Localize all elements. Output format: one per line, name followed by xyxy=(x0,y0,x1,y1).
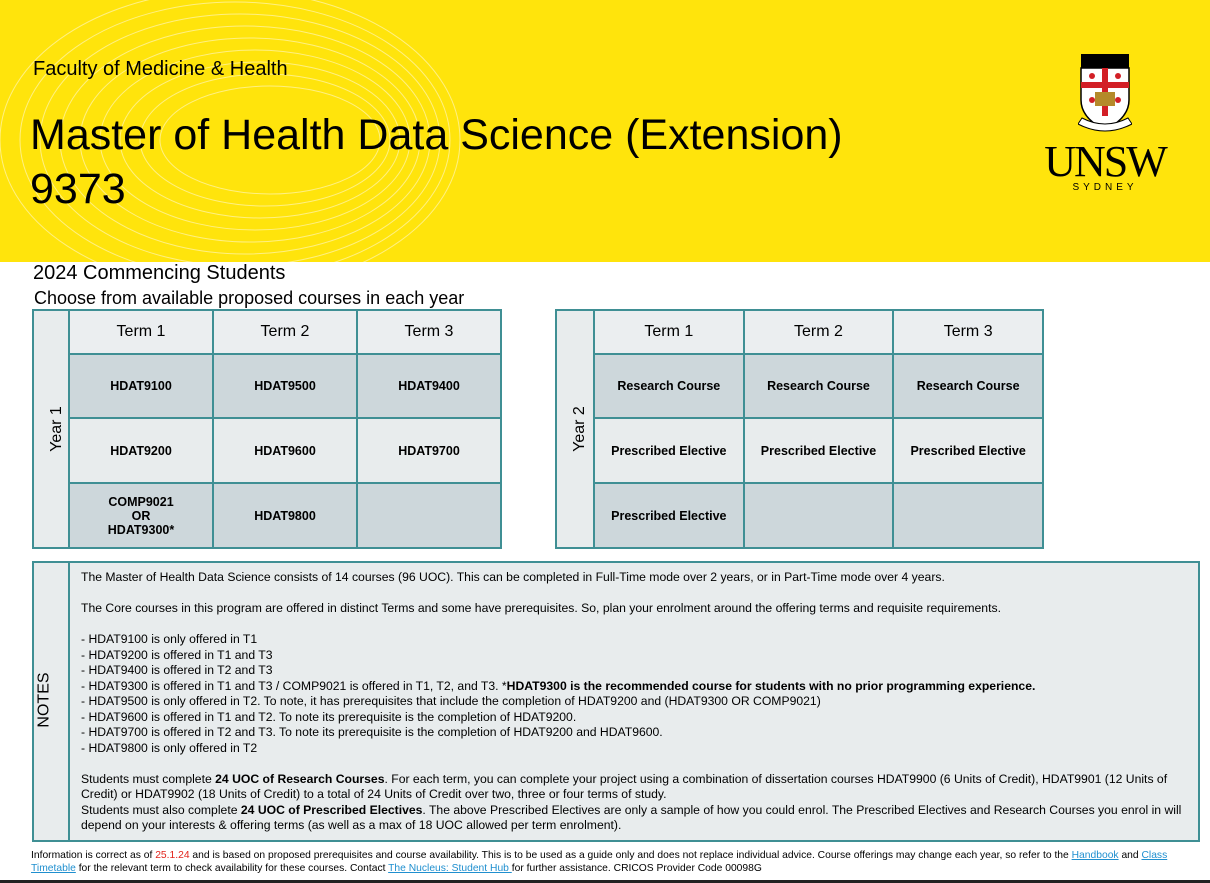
recommendation-note: HDAT9300 is the recommended course for s… xyxy=(506,678,1036,693)
header-banner: Faculty of Medicine & Health Master of H… xyxy=(0,0,1210,262)
course-option-b: HDAT9300* xyxy=(107,522,175,537)
footer-disclaimer: Information is correct as of 25.1.24 and… xyxy=(31,850,1168,874)
logo-wordmark: UNSW xyxy=(1044,137,1168,186)
instruction-heading: Choose from available proposed courses i… xyxy=(34,288,465,308)
course-cell: Research Course xyxy=(742,353,895,419)
course-cell-empty xyxy=(742,482,895,549)
faculty-name: Faculty of Medicine & Health xyxy=(33,58,288,80)
notes-core-info: The Core courses in this program are off… xyxy=(81,601,1001,615)
year1-table: Year 1 Term 1 Term 2 Term 3 HDAT9100 HDA… xyxy=(32,309,502,549)
program-title: Master of Health Data Science (Extension… xyxy=(30,108,843,216)
year1-term3-header: Term 3 xyxy=(356,309,502,355)
course-cell: HDAT9100 xyxy=(68,353,214,419)
year1-term2-header: Term 2 xyxy=(212,309,358,355)
course-or: OR xyxy=(131,508,151,523)
course-cell-empty xyxy=(356,482,502,549)
notes-list-item: - HDAT9500 is only offered in T2. To not… xyxy=(81,694,821,708)
course-cell: Research Course xyxy=(892,353,1044,419)
notes-research-courses: Students must complete 24 UOC of Researc… xyxy=(81,771,1168,802)
course-cell: HDAT9400 xyxy=(356,353,502,419)
notes-list-item: - HDAT9700 is offered in T2 and T3. To n… xyxy=(81,725,663,739)
notes-list-item: - HDAT9400 is offered in T2 and T3 xyxy=(81,663,273,677)
notes-body: The Master of Health Data Science consis… xyxy=(81,570,1196,834)
course-cell: Prescribed Elective xyxy=(593,417,745,484)
year1-label-cell: Year 1 xyxy=(32,309,70,549)
year2-term1-header: Term 1 xyxy=(593,309,745,355)
notes-list-item: - HDAT9200 is offered in T1 and T3 xyxy=(81,647,273,662)
notes-prescribed-electives: Students must also complete 24 UOC of Pr… xyxy=(81,802,1182,833)
program-code: 9373 xyxy=(30,165,126,213)
notes-list-item: - HDAT9800 is only offered in T2 xyxy=(81,740,258,755)
course-cell-choice: COMP9021 OR HDAT9300* xyxy=(68,482,214,549)
course-cell: HDAT9500 xyxy=(212,353,358,419)
update-date: 25.1.24 xyxy=(155,850,190,861)
notes-panel: NOTES The Master of Health Data Science … xyxy=(32,561,1200,842)
course-cell: Prescribed Elective xyxy=(742,417,895,484)
year1-term1-header: Term 1 xyxy=(68,309,214,355)
course-cell: HDAT9600 xyxy=(212,417,358,484)
notes-list-item: - HDAT9100 is only offered in T1 xyxy=(81,632,258,646)
program-title-line1: Master of Health Data Science (Extension… xyxy=(30,111,843,159)
logo-subtext: SYDNEY xyxy=(1072,182,1138,193)
year1-label: Year 1 xyxy=(47,406,65,452)
course-cell: Prescribed Elective xyxy=(892,417,1044,484)
year2-term3-header: Term 3 xyxy=(892,309,1044,355)
cohort-heading: 2024 Commencing Students xyxy=(33,262,286,284)
course-option-a: COMP9021 xyxy=(108,494,174,509)
handbook-link[interactable]: Handbook xyxy=(1072,850,1119,861)
student-hub-link[interactable]: The Nucleus: Student Hub xyxy=(388,863,512,874)
course-cell: HDAT9800 xyxy=(212,482,358,549)
year2-label-cell: Year 2 xyxy=(555,309,595,549)
course-cell: HDAT9200 xyxy=(68,417,214,484)
year2-term2-header: Term 2 xyxy=(742,309,895,355)
notes-list-item-hdat9300: - HDAT9300 is offered in T1 and T3 / COM… xyxy=(81,678,1036,693)
course-cell: HDAT9700 xyxy=(356,417,502,484)
notes-label-cell: NOTES xyxy=(34,563,70,840)
notes-list-item: - HDAT9600 is offered in T1 and T2. To n… xyxy=(81,709,577,724)
course-cell: Prescribed Elective xyxy=(593,482,745,549)
year2-label: Year 2 xyxy=(570,406,588,452)
unsw-logo: UNSW SYDNEY xyxy=(1040,52,1170,202)
unsw-crest-icon xyxy=(1078,54,1132,132)
course-cell-empty xyxy=(892,482,1044,549)
notes-label: NOTES xyxy=(35,672,53,728)
notes-intro: The Master of Health Data Science consis… xyxy=(81,570,945,584)
year2-table: Year 2 Term 1 Term 2 Term 3 Research Cou… xyxy=(555,309,1044,549)
course-cell: Research Course xyxy=(593,353,745,419)
